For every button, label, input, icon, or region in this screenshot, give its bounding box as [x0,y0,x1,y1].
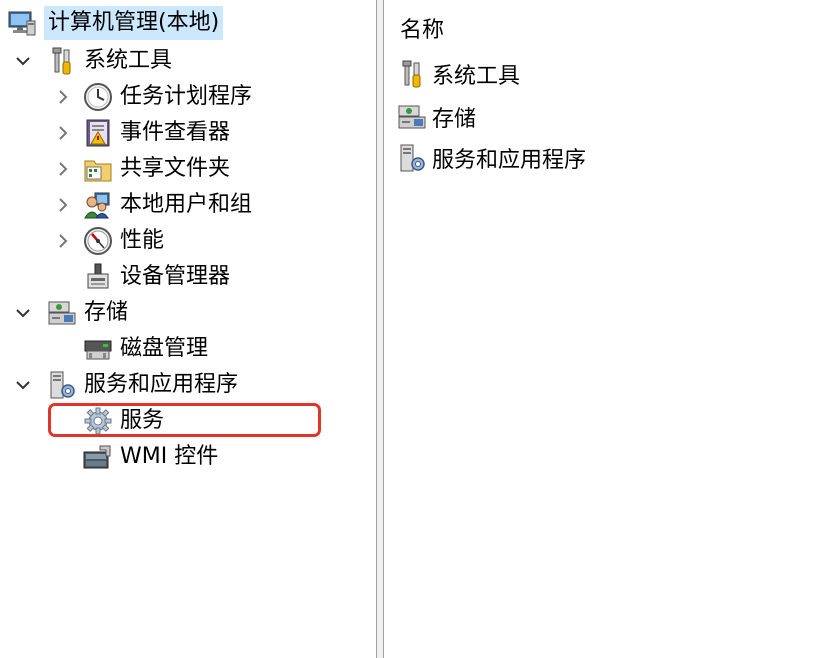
shared-folders-icon [82,153,114,185]
tree-item-label: 性能 [120,228,165,253]
chevron-down-icon[interactable] [14,296,32,330]
tree-item-event-viewer[interactable]: 事件查看器 [54,116,230,150]
tree-item-label: 事件查看器 [120,120,231,145]
tree-item-label: 服务和应用程序 [84,372,239,397]
chevron-right-icon[interactable] [54,116,72,150]
tree-item-label: WMI 控件 [120,444,219,469]
tree-item-services[interactable]: 服务 [82,404,164,438]
tree-item-system-tools[interactable]: 系统工具 [14,44,172,78]
computer-management-window: 计算机管理(本地) 系统工具 任务计划程序 事件查看器 共享文件夹 本地用户和组… [0,0,820,658]
list-item-label: 系统工具 [432,64,521,89]
result-list[interactable]: 名称 系统工具 存储 服务和应用程序 [384,0,820,658]
tree-item-label: 设备管理器 [120,264,231,289]
system-tools-icon [396,58,428,90]
system-tools-icon [46,45,78,77]
chevron-right-icon[interactable] [54,224,72,258]
tree-item-label: 计算机管理(本地) [44,6,224,40]
list-item[interactable]: 存储 [396,99,476,135]
services-gear-icon [82,405,114,437]
console-tree[interactable]: 计算机管理(本地) 系统工具 任务计划程序 事件查看器 共享文件夹 本地用户和组… [0,0,376,658]
services-applications-icon [46,369,78,401]
chevron-down-icon[interactable] [14,368,32,402]
storage-icon [46,297,78,329]
wmi-control-icon [82,441,114,473]
tree-item-local-users-groups[interactable]: 本地用户和组 [54,188,252,222]
list-item-label: 存储 [432,107,477,132]
tree-item-storage[interactable]: 存储 [14,296,128,330]
list-item[interactable]: 系统工具 [396,56,520,92]
tree-item-task-scheduler[interactable]: 任务计划程序 [54,80,252,114]
tree-item-performance[interactable]: 性能 [54,224,164,258]
device-manager-icon [82,261,114,293]
tree-item-label: 共享文件夹 [120,156,231,181]
event-viewer-icon [82,117,114,149]
tree-item-root[interactable]: 计算机管理(本地) [6,6,224,40]
tree-item-label: 服务 [120,408,165,433]
services-applications-icon [396,142,428,174]
chevron-right-icon[interactable] [54,80,72,114]
tree-item-label: 任务计划程序 [120,84,253,109]
chevron-down-icon[interactable] [14,44,32,78]
tree-item-device-manager[interactable]: 设备管理器 [82,260,230,294]
tree-item-label: 本地用户和组 [120,192,253,217]
pane-splitter[interactable] [376,0,384,658]
tree-item-label: 磁盘管理 [120,336,209,361]
tree-item-services-applications[interactable]: 服务和应用程序 [14,368,238,402]
storage-icon [396,101,428,133]
tree-item-label: 系统工具 [84,48,173,73]
chevron-right-icon[interactable] [54,152,72,186]
list-item-label: 服务和应用程序 [432,148,587,173]
list-item[interactable]: 服务和应用程序 [396,140,586,176]
tree-item-shared-folders[interactable]: 共享文件夹 [54,152,230,186]
disk-management-icon [82,333,114,365]
tree-item-label: 存储 [84,300,129,325]
local-users-groups-icon [82,189,114,221]
task-scheduler-icon [82,81,114,113]
column-header-name[interactable]: 名称 [400,14,444,48]
tree-item-wmi-control[interactable]: WMI 控件 [82,440,218,474]
computer-management-icon [6,7,38,39]
performance-icon [82,225,114,257]
tree-item-disk-management[interactable]: 磁盘管理 [82,332,208,366]
chevron-right-icon[interactable] [54,188,72,222]
